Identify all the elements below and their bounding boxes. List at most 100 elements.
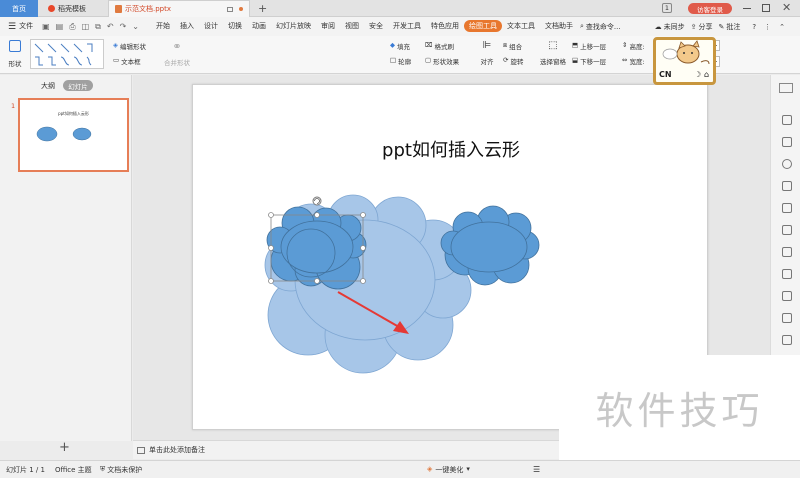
export-pdf-icon[interactable]: ▤ xyxy=(56,22,64,32)
tab-document[interactable]: 示范文档.pptx xyxy=(108,0,250,17)
menu-tab-8[interactable]: 安全 xyxy=(364,17,388,36)
fill-button[interactable]: ◆ 填充 xyxy=(390,41,410,51)
beautify-button[interactable]: ◈ 一键美化 ▾ xyxy=(427,465,470,475)
shape-fill-icon[interactable] xyxy=(782,159,792,169)
slide-thumbnail[interactable]: ppt如何插入云形 xyxy=(18,98,129,172)
merge-shape-button[interactable]: ⚭ 合并形状 xyxy=(163,40,191,67)
height-field[interactable]: ⇕ 高度: xyxy=(622,41,645,51)
tab-document-label: 示范文档.pptx xyxy=(125,5,171,13)
shape-gallery-button[interactable]: 形状 xyxy=(4,40,26,68)
group-icon: ⧈ xyxy=(503,41,508,49)
tab-home[interactable]: 首页 xyxy=(0,0,38,17)
redo-icon[interactable]: ↷ xyxy=(120,22,127,32)
line-shapes-gallery[interactable] xyxy=(30,39,104,69)
menu-tab-6[interactable]: 审阅 xyxy=(316,17,340,36)
textbox-button[interactable]: ▭ 文本框 xyxy=(113,56,141,66)
sync-status[interactable]: ☁ 未同步 xyxy=(655,22,685,32)
house-icon: ⌂ xyxy=(704,70,710,79)
outline-icon: □ xyxy=(390,56,397,64)
background-icon[interactable] xyxy=(782,247,792,257)
rotate-button[interactable]: ⟳ 旋转 xyxy=(503,56,523,66)
collapse-ribbon-icon[interactable]: ⌃ xyxy=(779,23,785,31)
menu-tab-11[interactable]: 绘图工具 xyxy=(464,20,502,32)
more-options-icon[interactable]: ⋮ xyxy=(764,23,771,31)
copy-format-icon[interactable] xyxy=(782,137,792,147)
send-backward-button[interactable]: ⬓ 下移一层 xyxy=(572,56,606,66)
menu-tab-2[interactable]: 设计 xyxy=(199,17,223,36)
help-icon[interactable]: ? xyxy=(752,23,756,31)
doc-protect-status[interactable]: ⛨ 文档未保护 xyxy=(100,465,142,475)
align-button[interactable]: ⊫ 对齐 xyxy=(478,40,496,66)
group-button[interactable]: ⧈ 组合 xyxy=(503,41,522,51)
height-label: 高度: xyxy=(629,43,645,51)
restore-button[interactable] xyxy=(762,4,770,12)
menu-file[interactable]: 文件 xyxy=(16,17,38,36)
select-pane-icon: ⬚ xyxy=(548,40,558,51)
edit-shape-icon: ◈ xyxy=(113,41,118,49)
menu-tab-7[interactable]: 视图 xyxy=(340,17,364,36)
edit-shape-button[interactable]: ◈ 编辑形状 xyxy=(113,41,146,51)
format-brush-icon: ⌧ xyxy=(425,41,433,49)
tab-slides[interactable]: 幻灯片 xyxy=(63,80,93,91)
menu-tab-9[interactable]: 开发工具 xyxy=(388,17,426,36)
backup-icon[interactable] xyxy=(782,313,792,323)
tab-template[interactable]: 稻壳模板 xyxy=(42,0,104,17)
selected-dark-cloud[interactable] xyxy=(266,206,367,290)
outline-button[interactable]: □ 轮廓 xyxy=(390,56,411,66)
add-slide-button[interactable]: + xyxy=(59,440,70,455)
rotate-handle-icon[interactable] xyxy=(312,196,322,206)
menu-tab-0[interactable]: 开始 xyxy=(151,17,175,36)
search-icon: ⌕ xyxy=(580,22,584,30)
present-icon[interactable] xyxy=(782,335,792,345)
format-brush-button[interactable]: ⌧ 格式刷 xyxy=(425,41,454,51)
beautify-icon: ◈ xyxy=(427,465,433,473)
chart-icon[interactable] xyxy=(782,225,792,235)
font-icon[interactable] xyxy=(782,291,792,301)
notification-count-badge[interactable]: 1 xyxy=(662,3,672,13)
search-command[interactable]: ⌕ 查找命令... xyxy=(580,22,621,32)
menu-tab-10[interactable]: 特色应用 xyxy=(426,17,464,36)
menu-tab-1[interactable]: 插入 xyxy=(175,17,199,36)
new-tab-button[interactable]: + xyxy=(252,0,273,17)
comment-button[interactable]: ✎ 批注 xyxy=(718,22,740,32)
menu-tab-13[interactable]: 文档助手 xyxy=(540,17,578,36)
bring-forward-button[interactable]: ⬒ 上移一层 xyxy=(572,41,606,51)
table-icon[interactable] xyxy=(782,269,792,279)
height-icon: ⇕ xyxy=(622,41,628,49)
login-button[interactable]: 访客登录 xyxy=(688,3,732,14)
share-button[interactable]: ⇪ 分享 xyxy=(691,22,713,32)
select-pane-button[interactable]: ⬚ 选择窗格 xyxy=(538,40,568,66)
comment-icon: ✎ xyxy=(718,22,725,31)
menu-tab-3[interactable]: 切换 xyxy=(223,17,247,36)
customize-icon[interactable]: ⌄ xyxy=(132,22,139,32)
menu-tab-12[interactable]: 文本工具 xyxy=(502,17,540,36)
smart-art-icon[interactable] xyxy=(782,203,792,213)
notes-toggle-icon[interactable]: ☰ xyxy=(533,465,540,474)
menu-tab-4[interactable]: 动画 xyxy=(247,17,271,36)
edit-shape-label: 编辑形状 xyxy=(120,43,146,51)
copy-icon[interactable]: ⧉ xyxy=(95,22,101,32)
theme-status: Office 主题 xyxy=(55,466,92,474)
minimize-button[interactable] xyxy=(743,8,751,9)
print-icon[interactable]: ⎙ xyxy=(69,22,75,32)
search-command-label: 查找命令... xyxy=(585,22,621,31)
undo-icon[interactable]: ↶ xyxy=(107,22,114,32)
tab-template-label: 稻壳模板 xyxy=(58,4,86,13)
save-icon[interactable]: ▣ xyxy=(42,22,50,32)
tab-outline[interactable]: 大纲 xyxy=(41,81,55,91)
shape-effect-button[interactable]: ▢ 形状效果 xyxy=(425,56,459,66)
width-field[interactable]: ⇔ 宽度: xyxy=(622,56,645,66)
animation-icon[interactable] xyxy=(782,181,792,191)
menu-tab-5[interactable]: 幻灯片放映 xyxy=(271,17,316,36)
side-toolbar-toggle-icon[interactable] xyxy=(779,83,793,93)
sticker-text: CN xyxy=(659,70,672,79)
preview-icon[interactable]: ◫ xyxy=(82,22,90,32)
close-window-button[interactable]: ✕ xyxy=(782,1,791,14)
right-dark-cloud[interactable] xyxy=(440,205,540,286)
thumbnail-clouds-icon xyxy=(36,126,92,142)
style-icon[interactable] xyxy=(782,115,792,125)
rotate-icon: ⟳ xyxy=(503,56,509,64)
thumbnail-title: ppt如何插入云形 xyxy=(58,111,89,116)
monitor-icon[interactable] xyxy=(227,6,233,12)
hamburger-icon[interactable]: ☰ xyxy=(8,22,16,32)
